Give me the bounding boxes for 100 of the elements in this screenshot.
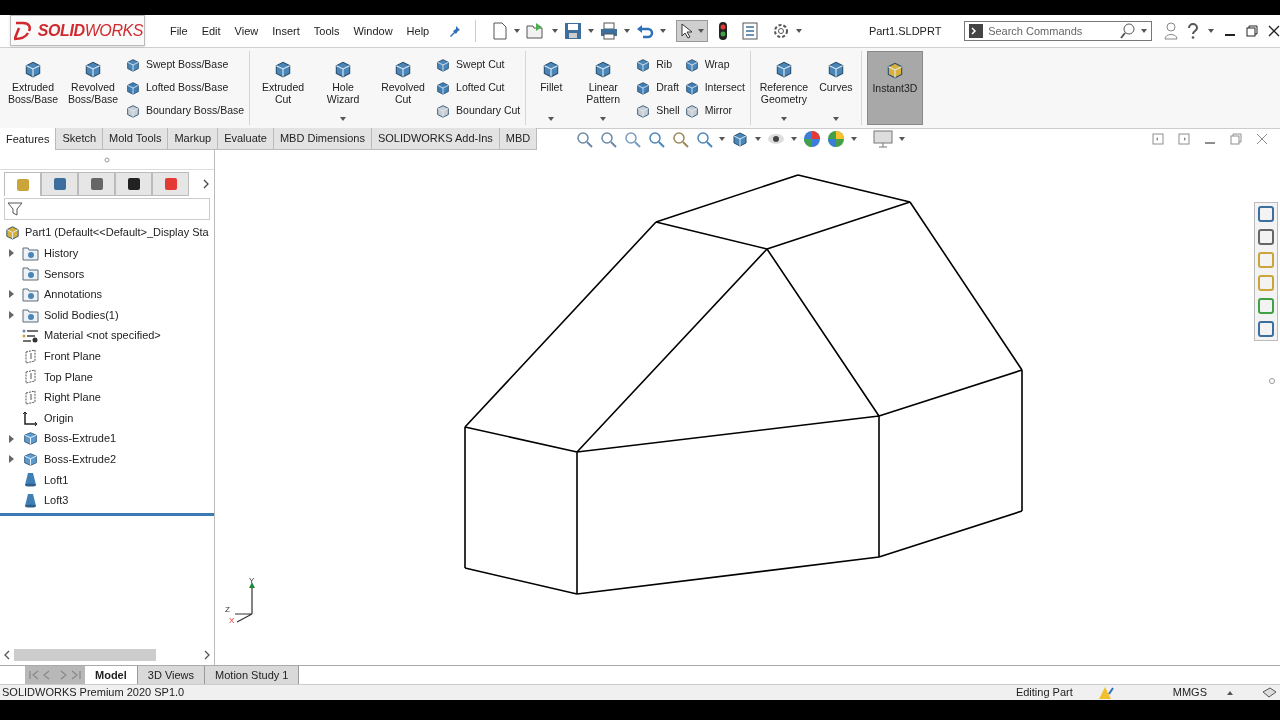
restore-icon[interactable] bbox=[1246, 25, 1258, 37]
expand-arrow-icon[interactable] bbox=[8, 455, 14, 464]
ribbon-button[interactable]: Wrap bbox=[683, 55, 745, 75]
command-tab[interactable]: Markup bbox=[168, 128, 219, 150]
ribbon-button[interactable]: Revolved Cut bbox=[375, 51, 432, 125]
task-pane-icon[interactable] bbox=[1256, 319, 1276, 339]
ribbon-button[interactable]: Swept Boss/Base bbox=[125, 55, 245, 75]
ribbon-button[interactable]: Reference Geometry bbox=[755, 51, 812, 125]
ribbon-button[interactable]: Fillet bbox=[531, 51, 572, 125]
view-tool-icon[interactable] bbox=[671, 130, 690, 148]
view-tool-icon[interactable] bbox=[575, 130, 594, 148]
tree-item[interactable]: Right Plane bbox=[0, 387, 214, 408]
panel-tab[interactable] bbox=[115, 172, 152, 196]
scrollbar-thumb[interactable] bbox=[14, 649, 156, 661]
handle-icon[interactable] bbox=[104, 156, 110, 163]
rebuild-warning-icon[interactable] bbox=[1098, 685, 1115, 700]
chevron-right-icon[interactable] bbox=[203, 179, 209, 189]
tree-item[interactable]: Front Plane bbox=[0, 345, 214, 367]
tree-item[interactable]: Origin bbox=[0, 407, 214, 429]
caret-icon[interactable] bbox=[588, 29, 595, 33]
command-tab[interactable]: MBD Dimensions bbox=[273, 128, 372, 150]
undo-icon[interactable] bbox=[636, 23, 655, 39]
ribbon-button[interactable]: Instant3D bbox=[866, 51, 923, 125]
eye-icon[interactable] bbox=[767, 132, 786, 146]
ribbon-button[interactable]: Rib bbox=[635, 55, 680, 75]
search-box[interactable]: Search Commands bbox=[964, 21, 1152, 41]
tree-item[interactable]: Sensors bbox=[0, 263, 214, 285]
search-field[interactable]: Search Commands bbox=[988, 22, 1115, 40]
tree-item[interactable]: Part1 (Default<<Default>_Display Sta bbox=[0, 222, 214, 243]
caret-icon[interactable] bbox=[548, 117, 555, 121]
ribbon-button[interactable]: Curves bbox=[815, 51, 856, 125]
tree-item[interactable]: Top Plane bbox=[0, 366, 214, 388]
filter-field[interactable] bbox=[4, 198, 210, 220]
task-pane-icon[interactable] bbox=[1256, 296, 1276, 316]
tree-item[interactable]: Annotations bbox=[0, 284, 214, 305]
caret-icon[interactable] bbox=[780, 117, 787, 121]
caret-icon[interactable] bbox=[660, 29, 667, 33]
pin-icon[interactable] bbox=[449, 25, 462, 37]
caret-icon[interactable] bbox=[600, 117, 607, 121]
ribbon-button[interactable]: Mirror bbox=[683, 101, 745, 121]
tree-item[interactable]: Loft1 bbox=[0, 469, 214, 491]
tree-item[interactable]: Boss-Extrude1 bbox=[0, 428, 214, 449]
caret-icon[interactable] bbox=[1208, 29, 1214, 33]
tree-item[interactable]: Material <not specified> bbox=[0, 325, 214, 346]
ribbon-button[interactable]: Linear Pattern bbox=[575, 51, 632, 125]
expand-arrow-icon[interactable] bbox=[8, 290, 14, 299]
tree-item[interactable]: History bbox=[0, 243, 214, 264]
ribbon-button[interactable]: Boundary Boss/Base bbox=[125, 101, 245, 121]
tile-left-icon[interactable] bbox=[1152, 133, 1164, 145]
expand-arrow-icon[interactable] bbox=[8, 249, 14, 258]
close-icon[interactable] bbox=[1268, 25, 1280, 37]
print-icon[interactable] bbox=[600, 22, 619, 40]
expand-arrow-icon[interactable] bbox=[8, 434, 14, 443]
command-tab[interactable]: SOLIDWORKS Add-Ins bbox=[371, 128, 500, 150]
user-icon[interactable] bbox=[1164, 22, 1178, 40]
caret-icon[interactable] bbox=[1141, 29, 1147, 33]
help-icon[interactable] bbox=[1188, 23, 1198, 39]
traffic-light-icon[interactable] bbox=[718, 22, 729, 40]
command-tab[interactable]: MBD bbox=[499, 128, 538, 150]
command-tab[interactable]: Evaluate bbox=[218, 128, 274, 150]
caret-icon[interactable] bbox=[899, 137, 906, 141]
tree-item[interactable]: Solid Bodies(1) bbox=[0, 304, 214, 326]
caret-icon[interactable] bbox=[791, 137, 798, 141]
command-tab[interactable]: Sketch bbox=[56, 128, 104, 150]
expand-arrow-icon[interactable] bbox=[8, 311, 14, 320]
ribbon-button[interactable]: Swept Cut bbox=[435, 55, 521, 75]
scroll-left-icon[interactable] bbox=[4, 650, 10, 660]
menu-item[interactable]: Insert bbox=[272, 22, 300, 40]
caret-icon[interactable] bbox=[552, 29, 559, 33]
menu-item[interactable]: Edit bbox=[201, 22, 221, 40]
caret-icon[interactable] bbox=[340, 117, 347, 121]
model-tab[interactable]: 3D Views bbox=[137, 666, 206, 684]
caret-icon[interactable] bbox=[851, 137, 858, 141]
ribbon-button[interactable]: Boundary Cut bbox=[435, 101, 521, 121]
menu-item[interactable]: Help bbox=[406, 22, 430, 40]
tree-item[interactable]: Boss-Extrude2 bbox=[0, 448, 214, 470]
tile-right-icon[interactable] bbox=[1178, 133, 1190, 145]
scene-sphere-icon[interactable] bbox=[827, 130, 846, 148]
caret-icon[interactable] bbox=[832, 117, 839, 121]
ribbon-button[interactable]: Draft bbox=[635, 78, 680, 98]
menu-item[interactable]: Tools bbox=[313, 22, 340, 40]
ribbon-button[interactable]: Lofted Cut bbox=[435, 78, 521, 98]
menu-item[interactable]: Window bbox=[353, 22, 393, 40]
list-icon[interactable] bbox=[742, 22, 759, 40]
view-tool-icon[interactable] bbox=[647, 130, 666, 148]
ribbon-button[interactable]: Lofted Boss/Base bbox=[125, 78, 245, 98]
task-pane-icon[interactable] bbox=[1256, 204, 1276, 224]
menu-item[interactable]: File bbox=[169, 22, 188, 40]
units-selector[interactable]: MMGS bbox=[1172, 684, 1207, 701]
ribbon-button[interactable]: Revolved Boss/Base bbox=[65, 51, 121, 125]
command-tab[interactable]: Features bbox=[0, 128, 57, 150]
graphics-area[interactable]: Y Z X bbox=[215, 150, 1280, 665]
ribbon-button[interactable]: Hole Wizard bbox=[315, 51, 372, 125]
scroll-right-icon[interactable] bbox=[204, 650, 210, 660]
task-pane-icon[interactable] bbox=[1256, 227, 1276, 247]
command-tab[interactable]: Mold Tools bbox=[103, 128, 169, 150]
settings-icon[interactable] bbox=[772, 22, 791, 40]
ribbon-button[interactable]: Shell bbox=[635, 101, 680, 121]
menu-item[interactable]: View bbox=[234, 22, 259, 40]
model-tab[interactable]: Motion Study 1 bbox=[205, 666, 300, 684]
